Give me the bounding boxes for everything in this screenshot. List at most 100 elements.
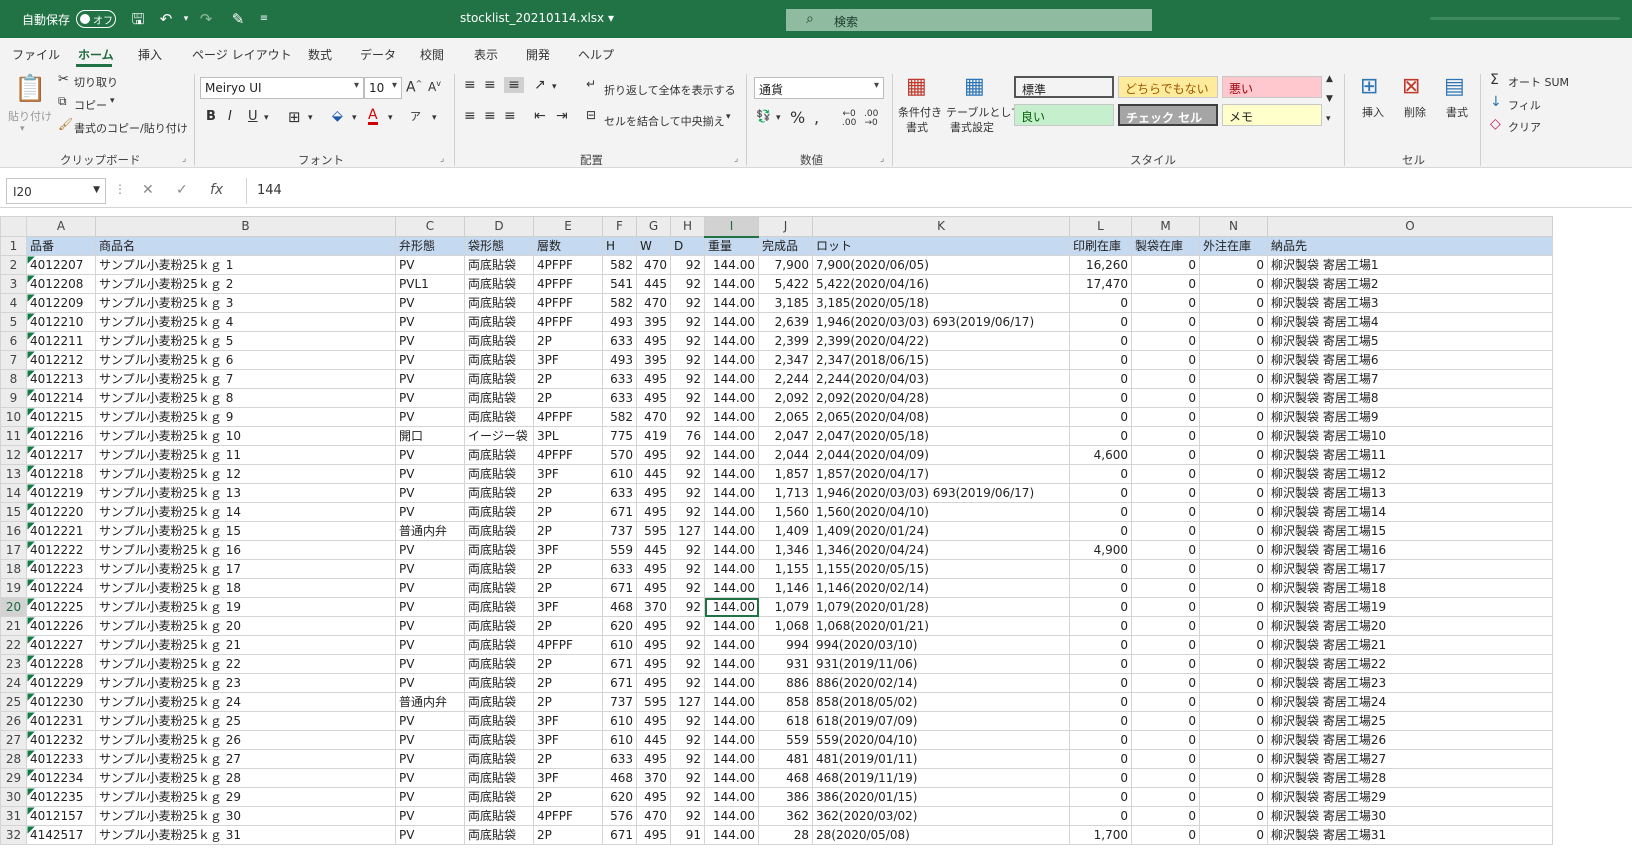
cell-l[interactable]: 0 bbox=[1069, 749, 1132, 769]
cell-g[interactable]: 470 bbox=[636, 806, 671, 826]
cell-k[interactable]: 1,409(2020/01/24) bbox=[812, 521, 1070, 541]
cell-f[interactable]: 633 bbox=[602, 369, 637, 389]
cell-d[interactable]: 両底貼袋 bbox=[464, 388, 534, 408]
cell-j[interactable]: 994 bbox=[758, 635, 813, 655]
cell-k[interactable]: 2,047(2020/05/18) bbox=[812, 426, 1070, 446]
cell-l[interactable]: 0 bbox=[1069, 787, 1132, 807]
column-header-o[interactable]: O bbox=[1267, 216, 1553, 237]
cell-n[interactable]: 0 bbox=[1199, 825, 1268, 845]
phonetic-icon[interactable]: ア bbox=[410, 108, 421, 124]
font-launcher-icon[interactable]: ⌟ bbox=[440, 154, 444, 164]
row-header[interactable]: 30 bbox=[0, 787, 27, 807]
cell-h[interactable]: 92 bbox=[670, 768, 705, 788]
conditional-format-label-2[interactable]: 書式 bbox=[906, 119, 928, 135]
cell-k[interactable]: 931(2019/11/06) bbox=[812, 654, 1070, 674]
cell-a[interactable]: 4012217 bbox=[26, 445, 96, 465]
cell-k[interactable]: 618(2019/07/09) bbox=[812, 711, 1070, 731]
cell-h[interactable]: 92 bbox=[670, 350, 705, 370]
borders-icon[interactable]: ⊞ bbox=[288, 108, 301, 126]
cell-k[interactable]: 559(2020/04/10) bbox=[812, 730, 1070, 750]
cell-m[interactable]: 0 bbox=[1131, 312, 1200, 332]
cell-o[interactable]: 柳沢製袋 寄居工場30 bbox=[1267, 806, 1553, 826]
cell-a[interactable]: 4012210 bbox=[26, 312, 96, 332]
cell-o[interactable]: 柳沢製袋 寄居工場1 bbox=[1267, 255, 1553, 275]
cell-e[interactable]: 2P bbox=[533, 787, 603, 807]
undo-dropdown-icon[interactable]: ▾ bbox=[176, 9, 196, 29]
cell-a[interactable]: 4012221 bbox=[26, 521, 96, 541]
cell-h[interactable]: 92 bbox=[670, 255, 705, 275]
cell-m[interactable]: 0 bbox=[1131, 692, 1200, 712]
cell-e[interactable]: 3PF bbox=[533, 768, 603, 788]
align-left-icon[interactable]: ≡ bbox=[464, 108, 476, 124]
name-box[interactable]: I20 ▼ bbox=[6, 178, 106, 204]
cell-f[interactable]: 671 bbox=[602, 825, 637, 845]
cell-j[interactable]: 1,068 bbox=[758, 616, 813, 636]
cell-g[interactable]: 495 bbox=[636, 787, 671, 807]
save-icon[interactable]: 🖫 bbox=[128, 9, 148, 29]
cell-j[interactable]: 2,092 bbox=[758, 388, 813, 408]
cell-c[interactable]: PV bbox=[395, 730, 465, 750]
brush-icon[interactable]: ✎ bbox=[228, 9, 248, 29]
row-header[interactable]: 6 bbox=[0, 331, 27, 351]
cell-d[interactable]: 両底貼袋 bbox=[464, 293, 534, 313]
tab-insert[interactable]: 挿入 bbox=[138, 46, 162, 63]
row-header[interactable]: 21 bbox=[0, 616, 27, 636]
tab-page-layout[interactable]: ページ レイアウト bbox=[192, 46, 292, 63]
cell-e[interactable]: 2P bbox=[533, 521, 603, 541]
cell-l[interactable]: 1,700 bbox=[1069, 825, 1132, 845]
cell-c[interactable]: 普通内弁 bbox=[395, 521, 465, 541]
cell-o[interactable]: 柳沢製袋 寄居工場3 bbox=[1267, 293, 1553, 313]
cell-h[interactable]: 92 bbox=[670, 597, 705, 617]
cell-c[interactable]: PV bbox=[395, 654, 465, 674]
cell-k[interactable]: 28(2020/05/08) bbox=[812, 825, 1070, 845]
cell-k[interactable]: 1,946(2020/03/03) 693(2019/06/17) bbox=[812, 312, 1070, 332]
cell-b[interactable]: サンプル小麦粉25ｋｇ 31 bbox=[95, 825, 396, 845]
cell-k[interactable]: 1,146(2020/02/14) bbox=[812, 578, 1070, 598]
cell-g[interactable]: 495 bbox=[636, 483, 671, 503]
cell-h[interactable]: 92 bbox=[670, 787, 705, 807]
cell-k[interactable]: 994(2020/03/10) bbox=[812, 635, 1070, 655]
font-size-select[interactable]: 10 ▾ bbox=[364, 77, 402, 99]
cell-g[interactable]: 370 bbox=[636, 768, 671, 788]
cell-c[interactable]: PV bbox=[395, 350, 465, 370]
cell-e[interactable]: 4PFPF bbox=[533, 312, 603, 332]
cell-d[interactable]: 両底貼袋 bbox=[464, 787, 534, 807]
align-middle-icon[interactable]: ≡ bbox=[484, 77, 496, 93]
cell-h[interactable]: 92 bbox=[670, 730, 705, 750]
cell-f[interactable]: 633 bbox=[602, 749, 637, 769]
cell-m[interactable]: 0 bbox=[1131, 426, 1200, 446]
customize-qat-icon[interactable]: ≡ bbox=[254, 9, 274, 29]
cell-i[interactable]: 144.00 bbox=[704, 711, 759, 731]
cell-k[interactable]: 362(2020/03/02) bbox=[812, 806, 1070, 826]
cell-a[interactable]: 4012215 bbox=[26, 407, 96, 427]
cell-a[interactable]: 4012230 bbox=[26, 692, 96, 712]
cell-m[interactable]: 0 bbox=[1131, 768, 1200, 788]
paste-dropdown-icon[interactable]: ▾ bbox=[20, 124, 25, 134]
cell-c[interactable]: PV bbox=[395, 768, 465, 788]
cell-d[interactable]: 両底貼袋 bbox=[464, 559, 534, 579]
row-header[interactable]: 8 bbox=[0, 369, 27, 389]
cell-n[interactable]: 0 bbox=[1199, 350, 1268, 370]
cell-i[interactable]: 144.00 bbox=[704, 825, 759, 845]
cell-o[interactable]: 柳沢製袋 寄居工場18 bbox=[1267, 578, 1553, 598]
cell-b[interactable]: サンプル小麦粉25ｋｇ 18 bbox=[95, 578, 396, 598]
cell-j[interactable]: 5,422 bbox=[758, 274, 813, 294]
row-header[interactable]: 14 bbox=[0, 483, 27, 503]
cell-e[interactable]: 3PF bbox=[533, 540, 603, 560]
cell-l[interactable]: 0 bbox=[1069, 502, 1132, 522]
cell-f[interactable]: 582 bbox=[602, 255, 637, 275]
cell-c[interactable]: PV bbox=[395, 616, 465, 636]
cell-d[interactable]: 両底貼袋 bbox=[464, 502, 534, 522]
increase-font-icon[interactable]: A^ bbox=[406, 79, 422, 96]
decrease-indent-icon[interactable]: ⇤ bbox=[534, 108, 546, 124]
cell-b[interactable]: サンプル小麦粉25ｋｇ 9 bbox=[95, 407, 396, 427]
cell-f[interactable]: 671 bbox=[602, 502, 637, 522]
cell-i[interactable]: 144.00 bbox=[704, 388, 759, 408]
tab-formulas[interactable]: 数式 bbox=[308, 46, 332, 63]
cell-e[interactable]: 2P bbox=[533, 369, 603, 389]
cell-j[interactable]: 1,155 bbox=[758, 559, 813, 579]
cell-g[interactable]: 445 bbox=[636, 274, 671, 294]
select-all-corner[interactable] bbox=[0, 216, 27, 237]
cell-a[interactable]: 4012209 bbox=[26, 293, 96, 313]
cell-j[interactable]: 1,346 bbox=[758, 540, 813, 560]
